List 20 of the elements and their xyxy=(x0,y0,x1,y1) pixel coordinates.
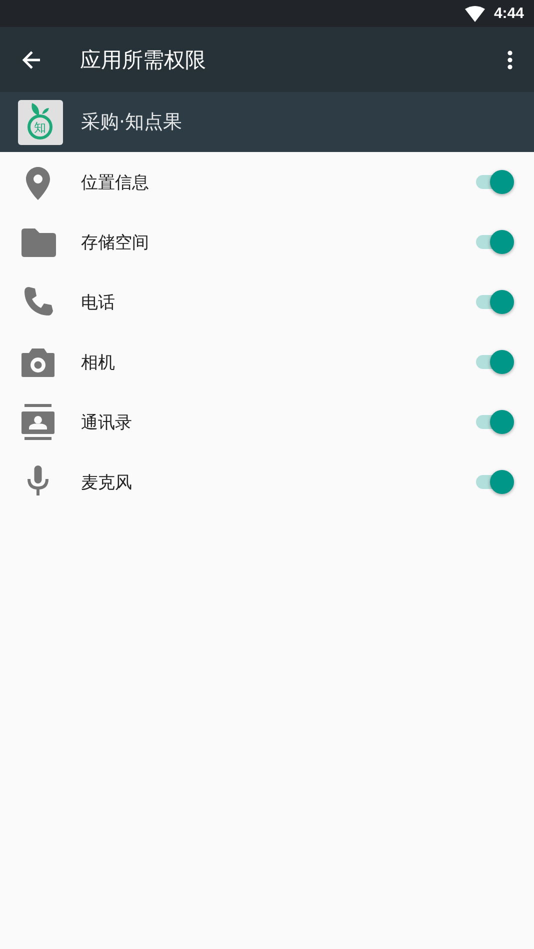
permission-label: 电话 xyxy=(81,292,116,314)
app-name: 采购·知点果 xyxy=(81,110,182,135)
toggle-switch[interactable] xyxy=(474,410,514,434)
screen-title: 应用所需权限 xyxy=(80,46,207,74)
permission-label: 存储空间 xyxy=(81,232,150,254)
permission-label: 位置信息 xyxy=(81,172,150,194)
toggle-switch[interactable] xyxy=(474,350,514,374)
toggle-switch[interactable] xyxy=(474,290,514,314)
contact-card-icon xyxy=(20,404,56,440)
wifi-icon xyxy=(464,6,485,22)
permission-label: 通讯录 xyxy=(81,412,133,434)
toggle-switch[interactable] xyxy=(474,470,514,494)
toggle-switch[interactable] xyxy=(474,170,514,194)
more-icon xyxy=(507,50,513,70)
clock-time: 4:44 xyxy=(494,5,524,22)
app-logo-icon: 知 xyxy=(18,100,63,144)
permission-label: 麦克风 xyxy=(81,472,133,494)
back-arrow-icon xyxy=(22,50,42,70)
toggle-switch[interactable] xyxy=(474,230,514,254)
permission-label: 相机 xyxy=(81,352,116,374)
